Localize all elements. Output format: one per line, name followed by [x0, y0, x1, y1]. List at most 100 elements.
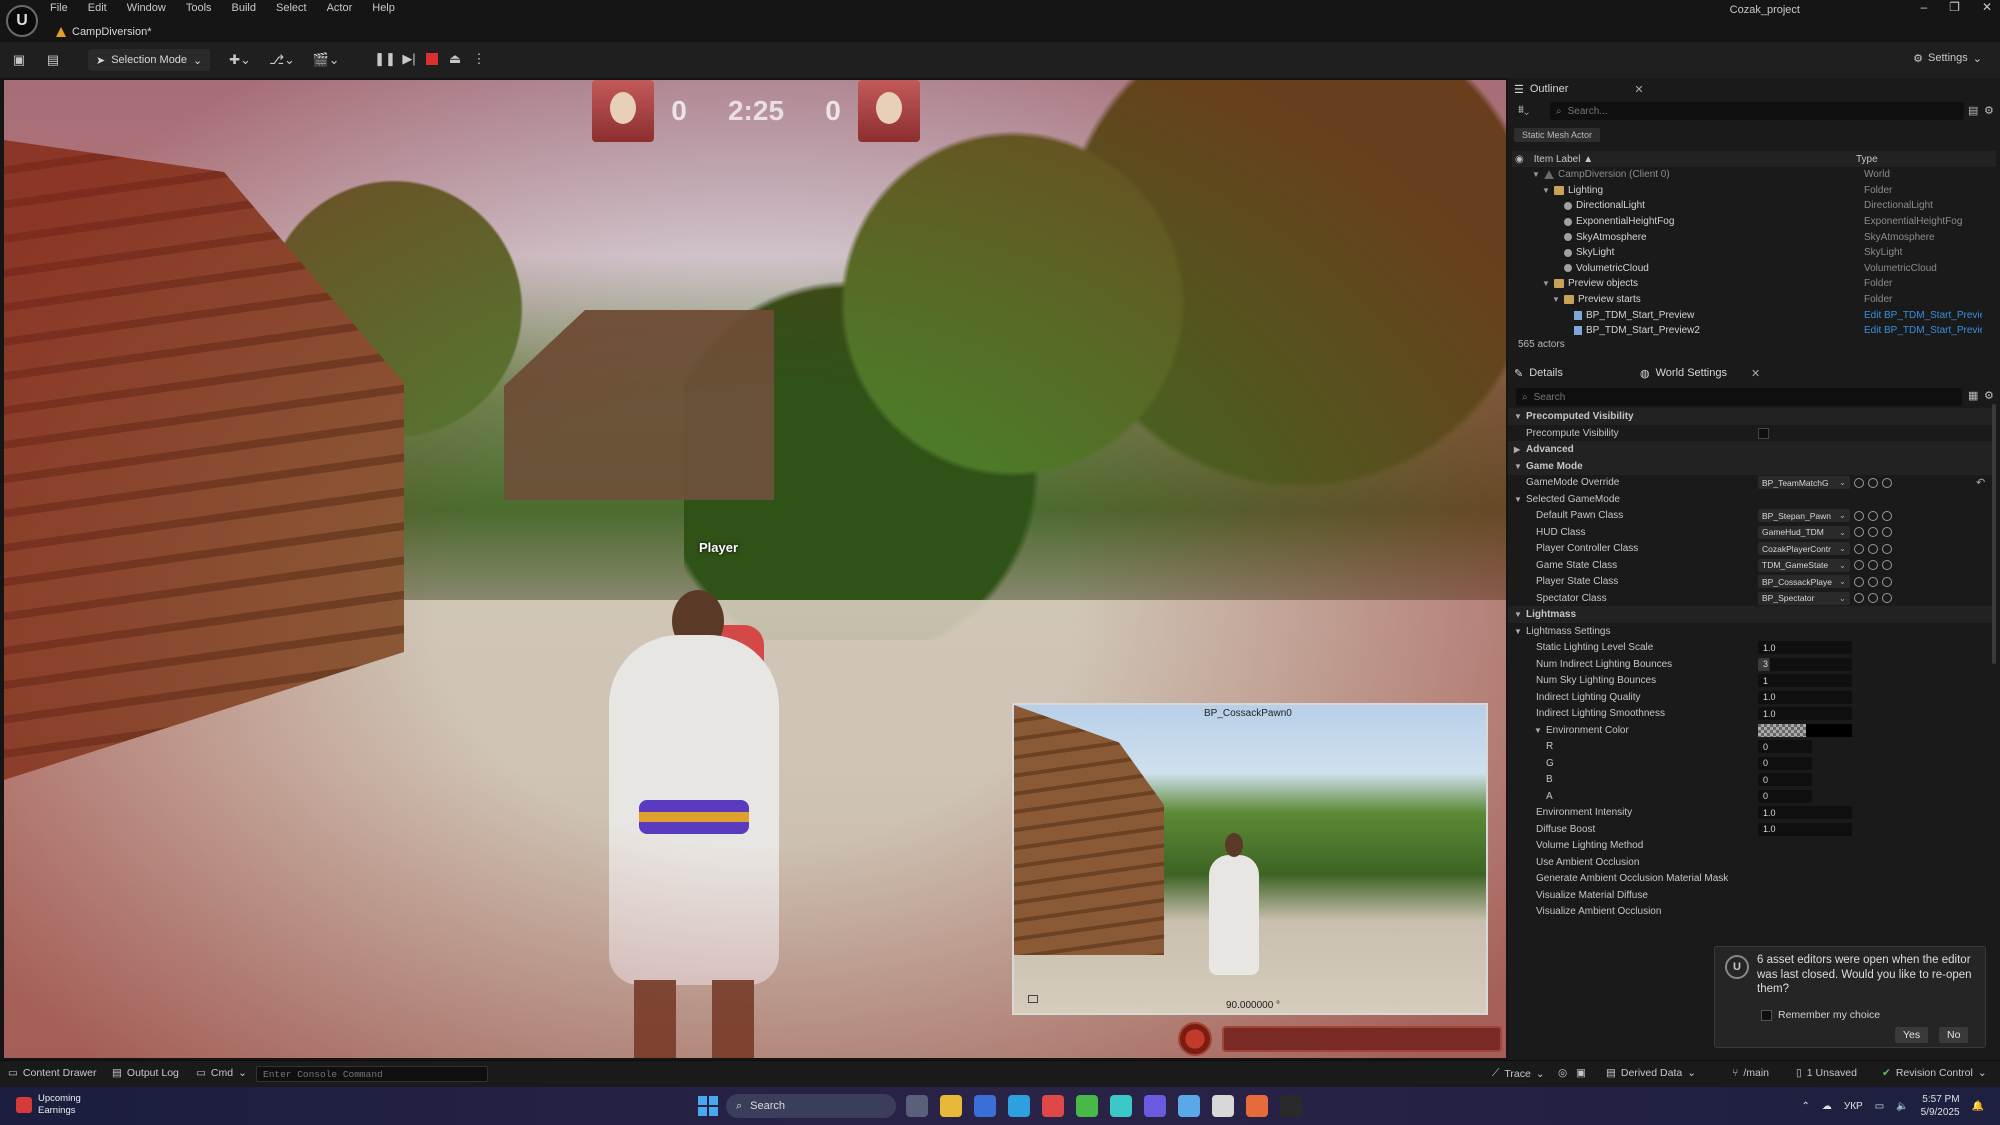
browse-icon[interactable]: [1868, 527, 1878, 537]
reset-icon[interactable]: ↶: [1976, 476, 1985, 489]
back-arrow-icon[interactable]: [1854, 477, 1864, 488]
unreal-logo-icon[interactable]: U: [6, 5, 38, 37]
browse-icon[interactable]: [1868, 477, 1878, 488]
taskbar-app-icon[interactable]: [1280, 1095, 1302, 1117]
close-icon[interactable]: ✕: [1982, 0, 1992, 14]
branch-indicator[interactable]: ⑂ /main: [1732, 1067, 1769, 1079]
class-dropdown[interactable]: TDM_GameState ⌄: [1758, 558, 1850, 572]
property-value-input[interactable]: 1.0: [1758, 707, 1852, 720]
details-scrollbar[interactable]: [1992, 404, 1996, 664]
taskbar-app-icon[interactable]: [974, 1095, 996, 1117]
property-row[interactable]: ▼ Selected GameMode: [1508, 491, 1992, 508]
caret-down-icon[interactable]: ▼: [1514, 412, 1522, 421]
add-icon[interactable]: [1882, 543, 1892, 554]
step-icon[interactable]: ▶|: [402, 50, 416, 68]
browse-icon[interactable]: [1868, 593, 1878, 603]
property-row[interactable]: ▼ Precomputed Visibility: [1508, 408, 1992, 425]
back-arrow-icon[interactable]: [1854, 527, 1864, 537]
revision-control-dropdown[interactable]: ✔ Revision Control ⌄: [1882, 1067, 1987, 1079]
browse-icon[interactable]: [1868, 543, 1878, 554]
back-arrow-icon[interactable]: [1854, 543, 1864, 554]
cinematics-icon[interactable]: 🎬⌄: [312, 51, 340, 69]
trace-dropdown[interactable]: ⟋ Trace ⌄: [1492, 1067, 1545, 1080]
record-icon[interactable]: ◎: [1558, 1067, 1567, 1079]
caret-down-icon[interactable]: ▼: [1534, 726, 1542, 735]
taskbar-app-icon[interactable]: [1246, 1095, 1268, 1117]
property-value-input[interactable]: 0: [1758, 756, 1812, 770]
content-drawer-button[interactable]: ▭ Content Drawer: [8, 1067, 96, 1079]
more-options-icon[interactable]: ⋮: [472, 50, 486, 68]
taskbar-app-icon[interactable]: [1042, 1095, 1064, 1117]
taskbar-app-icon[interactable]: [1008, 1095, 1030, 1117]
add-icon[interactable]: [1882, 510, 1892, 521]
eject-icon[interactable]: ⏏: [448, 50, 462, 68]
back-arrow-icon[interactable]: [1854, 593, 1864, 603]
add-icon[interactable]: [1882, 576, 1892, 587]
taskbar-app-icon[interactable]: [1110, 1095, 1132, 1117]
game-viewport[interactable]: Player 0 2:25 0 BP_CossackPawn0 90.00000…: [4, 80, 1506, 1058]
taskbar-search[interactable]: ⌕ Search: [726, 1094, 896, 1118]
property-value-input[interactable]: 1.0: [1758, 641, 1852, 654]
windows-start-icon[interactable]: [698, 1096, 718, 1116]
taskbar-app-icon[interactable]: [940, 1095, 962, 1117]
color-swatch[interactable]: [1758, 723, 1852, 737]
caret-down-icon[interactable]: ▼: [1514, 627, 1522, 636]
property-value-input[interactable]: 0: [1758, 789, 1812, 803]
menu-item-window[interactable]: Window: [127, 2, 166, 18]
property-checkbox[interactable]: [1758, 427, 1769, 439]
yes-button[interactable]: Yes: [1895, 1027, 1929, 1043]
add-icon[interactable]: [1882, 593, 1892, 603]
property-row[interactable]: ▼ Game Mode: [1508, 457, 1992, 475]
taskbar-app-icon[interactable]: [1178, 1095, 1200, 1117]
derived-data-dropdown[interactable]: ▤ Derived Data ⌄: [1606, 1067, 1696, 1079]
settings-button[interactable]: ⚙ Settings ⌄: [1913, 52, 1982, 65]
chevron-up-icon[interactable]: ⌃: [1801, 1101, 1809, 1112]
menu-item-edit[interactable]: Edit: [88, 2, 107, 18]
browse-icon[interactable]: [1868, 510, 1878, 521]
add-icon[interactable]: [1882, 560, 1892, 570]
taskbar-app-icon[interactable]: [1076, 1095, 1098, 1117]
clock[interactable]: 5:57 PM 5/9/2025: [1921, 1093, 1960, 1119]
blueprint-icon[interactable]: ⎇⌄: [268, 51, 296, 69]
property-value-input[interactable]: 0: [1758, 740, 1812, 753]
property-row[interactable]: ▼ Lightmass Settings: [1508, 623, 1992, 640]
camera-preview-window[interactable]: BP_CossackPawn0 90.000000 °: [1012, 703, 1488, 1015]
no-button[interactable]: No: [1939, 1027, 1969, 1043]
stop-icon[interactable]: [426, 53, 438, 65]
class-dropdown[interactable]: BP_Spectator ⌄: [1758, 591, 1850, 605]
property-value-input[interactable]: 1: [1758, 674, 1852, 687]
document-tab[interactable]: CampDiversion*: [56, 22, 151, 42]
camera-icon[interactable]: [1028, 995, 1038, 1003]
back-arrow-icon[interactable]: [1854, 560, 1864, 570]
property-row[interactable]: ▶ Advanced: [1508, 441, 1992, 458]
menu-item-select[interactable]: Select: [276, 2, 307, 18]
selection-mode-dropdown[interactable]: ➤ Selection Mode ⌄: [88, 49, 211, 71]
property-row[interactable]: ▼ Lightmass: [1508, 606, 1992, 623]
add-icon[interactable]: [1882, 477, 1892, 488]
taskbar-app-icon[interactable]: [1144, 1095, 1166, 1117]
language-indicator[interactable]: УКР: [1844, 1101, 1863, 1112]
add-icon[interactable]: [1882, 527, 1892, 537]
remember-choice-checkbox[interactable]: Remember my choice: [1761, 1009, 1880, 1021]
caret-down-icon[interactable]: ▼: [1514, 495, 1522, 504]
save-icon[interactable]: ▣: [10, 51, 28, 69]
property-value-input[interactable]: 0: [1758, 773, 1812, 786]
console-command-input[interactable]: [256, 1066, 488, 1082]
notification-bell-icon[interactable]: 🔔: [1972, 1101, 1984, 1112]
network-icon[interactable]: ▭: [1875, 1101, 1884, 1112]
checkbox-box[interactable]: [1761, 1009, 1772, 1021]
output-log-button[interactable]: ▤ Output Log: [112, 1067, 179, 1079]
unsaved-indicator[interactable]: ▯ 1 Unsaved: [1796, 1067, 1857, 1079]
taskbar-app-icon[interactable]: [906, 1095, 928, 1117]
caret-down-icon[interactable]: ▼: [1514, 462, 1522, 471]
screenshot-icon[interactable]: ▣: [1576, 1067, 1586, 1079]
news-widget[interactable]: Upcoming Earnings: [16, 1093, 81, 1117]
menu-item-help[interactable]: Help: [372, 2, 395, 18]
class-dropdown[interactable]: BP_TeamMatchG ⌄: [1758, 476, 1850, 489]
cloud-icon[interactable]: ☁: [1822, 1101, 1832, 1112]
cmd-dropdown[interactable]: ▭ Cmd ⌄: [196, 1067, 247, 1079]
add-actor-icon[interactable]: ✚⌄: [226, 51, 254, 69]
class-dropdown[interactable]: CozakPlayerContr ⌄: [1758, 542, 1850, 555]
property-value-input[interactable]: 1.0: [1758, 822, 1852, 836]
property-value-input[interactable]: 1.0: [1758, 806, 1852, 819]
